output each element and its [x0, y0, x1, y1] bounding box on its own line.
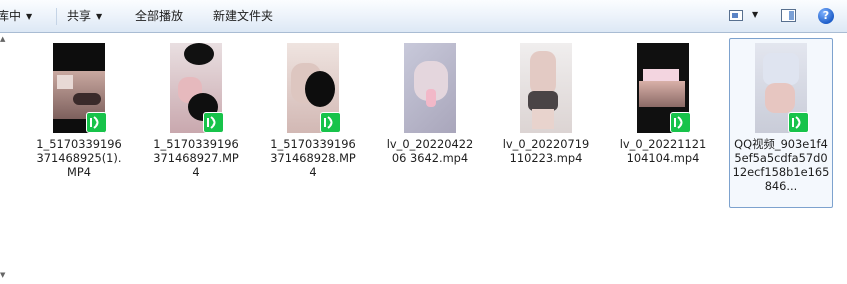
video-player-icon: [203, 112, 224, 133]
help-icon[interactable]: ?: [818, 8, 834, 24]
file-item[interactable]: 1_5170339196371468927.MP4: [150, 39, 242, 203]
share-menu-label: 共享: [67, 9, 92, 23]
file-item[interactable]: 1_5170339196371468925(1).MP4: [33, 39, 125, 203]
file-name: lv_0_2022042206 3642.mp4: [386, 137, 474, 165]
new-folder-button[interactable]: 新建文件夹: [213, 0, 273, 33]
scroll-edge[interactable]: ▲ ▼: [0, 33, 8, 284]
video-player-icon: [320, 112, 341, 133]
video-player-icon: [670, 112, 691, 133]
video-player-icon: [86, 112, 107, 133]
file-list-area[interactable]: ▲ ▼ 1_5170339196371468925(1).MP4 1_51703…: [0, 33, 847, 284]
preview-pane-icon[interactable]: [781, 9, 796, 22]
file-item-selected[interactable]: QQ视频_903e1f45ef5a5cdfa57d012ecf158b1e165…: [729, 38, 833, 208]
video-thumbnail: [520, 43, 572, 133]
file-name: 1_5170339196371468928.MP4: [270, 137, 356, 179]
share-menu-button[interactable]: 共享 ▼: [67, 0, 102, 33]
library-menu-button[interactable]: 库中 ▼: [0, 0, 32, 33]
chevron-down-icon: ▼: [26, 12, 33, 21]
file-item[interactable]: 1_5170339196371468928.MP4: [267, 39, 359, 203]
file-item[interactable]: lv_0_2022042206 3642.mp4: [384, 39, 476, 203]
chevron-down-icon: ▼: [96, 12, 103, 21]
file-name: lv_0_20221121104104.mp4: [619, 137, 707, 165]
view-options-icon[interactable]: [729, 10, 743, 21]
file-item[interactable]: lv_0_20221121104104.mp4: [617, 39, 709, 203]
play-all-button[interactable]: 全部播放: [135, 0, 183, 33]
play-all-label: 全部播放: [135, 9, 184, 23]
file-name: 1_5170339196371468925(1).MP4: [36, 137, 122, 179]
video-player-icon: [788, 112, 809, 133]
new-folder-label: 新建文件夹: [213, 9, 274, 23]
library-menu-label: 库中: [0, 9, 22, 23]
file-name: QQ视频_903e1f45ef5a5cdfa57d012ecf158b1e165…: [732, 137, 830, 193]
command-toolbar: 库中 ▼ 共享 ▼ 全部播放 新建文件夹 ▼ ?: [0, 0, 847, 33]
scroll-down-icon[interactable]: ▼: [0, 271, 5, 279]
chevron-down-icon[interactable]: ▼: [752, 10, 758, 19]
file-name: lv_0_20220719110223.mp4: [502, 137, 590, 165]
toolbar-divider: [56, 8, 57, 25]
video-thumbnail: [404, 43, 456, 133]
file-item[interactable]: lv_0_20220719110223.mp4: [500, 39, 592, 203]
scroll-up-icon[interactable]: ▲: [0, 35, 5, 43]
file-name: 1_5170339196371468927.MP4: [153, 137, 239, 179]
